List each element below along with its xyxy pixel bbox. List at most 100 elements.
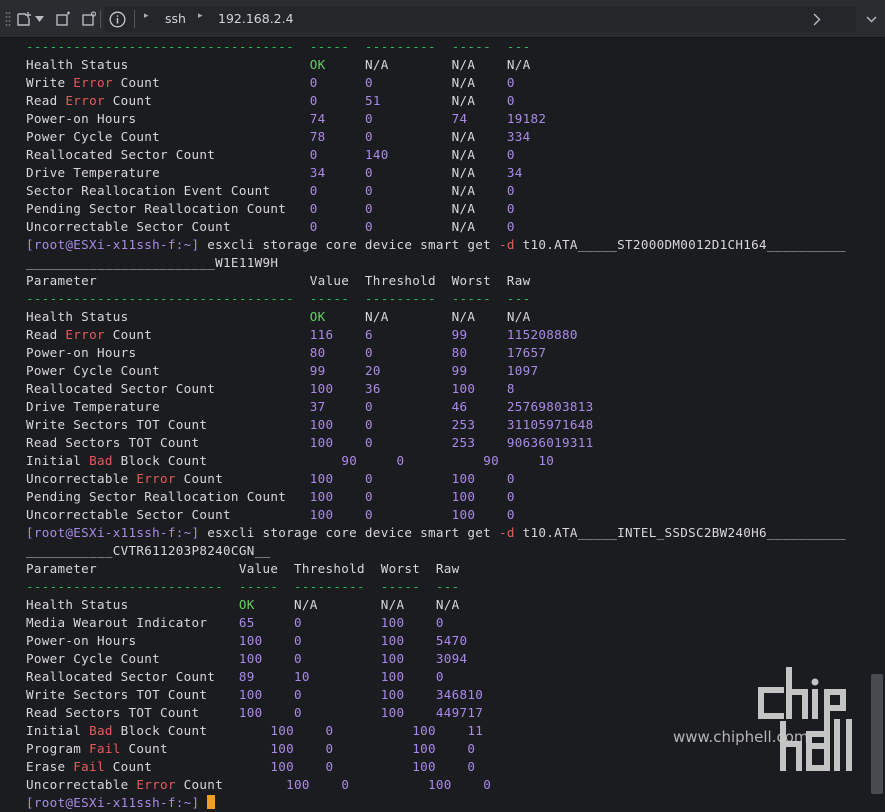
info-icon[interactable]	[108, 10, 126, 28]
terminal-text: Reallocated Sector Count	[26, 147, 310, 162]
terminal-line: Power-on Hours 74 0 74 19182	[26, 110, 846, 128]
terminal-text: 100 0 100 0	[309, 507, 515, 522]
address-bar[interactable]: ▸ ssh ▸ 192.168.2.4	[104, 6, 856, 32]
shell-prompt: [root@ESXi-x11ssh-f:~]	[26, 525, 200, 540]
terminal-text: 100 0 100 0	[309, 471, 515, 486]
terminal-text: Health Status	[26, 57, 310, 72]
terminal-text: Error	[65, 93, 105, 108]
terminal-line: Parameter Value Threshold Worst Raw	[26, 560, 846, 578]
terminal-text: Block Count	[112, 723, 271, 738]
chiphell-logo	[758, 667, 852, 771]
terminal-text: ________________________W1E11W9H	[26, 255, 279, 270]
terminal-text: 0	[475, 183, 515, 198]
terminal-text: 100 0 100 0	[270, 759, 476, 774]
settings-tab-icon[interactable]	[80, 10, 98, 28]
breadcrumb-host[interactable]: 192.168.2.4	[218, 11, 294, 26]
terminal-text: 0 140	[309, 147, 452, 162]
terminal-line: Health Status OK N/A N/A N/A	[26, 56, 846, 74]
terminal-text: Parameter Value Threshold Worst Raw	[26, 273, 531, 288]
terminal-text: Count	[104, 93, 310, 108]
terminal-text: Power-on Hours	[26, 111, 310, 126]
terminal-text: -d	[498, 237, 515, 252]
terminal-text: esxcli storage core device smart get	[199, 525, 499, 540]
terminal-text: Count	[175, 471, 310, 486]
terminal-text: OK	[238, 597, 255, 612]
chevron-down-icon[interactable]	[862, 10, 880, 28]
chevron-down-icon[interactable]	[34, 10, 44, 28]
terminal-text: 34 0	[309, 165, 452, 180]
terminal-line: Read Sectors TOT Count 100 0 253 9063601…	[26, 434, 846, 452]
scrollbar-thumb[interactable]	[871, 674, 883, 794]
terminal-text: 89 10 100 0	[238, 669, 444, 684]
terminal-text: Pending Sector Reallocation Count	[26, 489, 310, 504]
terminal-line: Parameter Value Threshold Worst Raw	[26, 272, 846, 290]
terminal-text: N/A	[451, 219, 476, 234]
terminal-text: Sector Reallocation Event Count	[26, 183, 310, 198]
terminal-line: Uncorrectable Sector Count 0 0 N/A 0	[26, 218, 846, 236]
address-divider	[134, 10, 135, 28]
terminal-text: 100 0 100 0	[286, 777, 492, 792]
terminal-line: Read Error Count 0 51 N/A 0	[26, 92, 846, 110]
terminal-text: N/A	[451, 183, 476, 198]
terminal-text: 34	[475, 165, 523, 180]
terminal-line: ---------------------------------- -----…	[26, 290, 846, 308]
toolbar-divider	[100, 10, 101, 28]
terminal-text: Uncorrectable	[26, 471, 137, 486]
terminal-text: N/A N/A N/A	[254, 597, 460, 612]
terminal-line: Reallocated Sector Count 100 36 100 8	[26, 380, 846, 398]
terminal-line: Power-on Hours 80 0 80 17657	[26, 344, 846, 362]
terminal-text: 74 0 74 19182	[309, 111, 547, 126]
terminal-text: t10.ATA_____INTEL_SSDSC2BW240H6_________…	[514, 525, 846, 540]
terminal-line: ________________________W1E11W9H	[26, 254, 846, 272]
terminal-text: Read	[26, 93, 66, 108]
terminal-text: Write Sectors TOT Count	[26, 417, 310, 432]
terminal-text: -d	[498, 525, 515, 540]
terminal-text: Error	[65, 327, 105, 342]
terminal-text: esxcli storage core device smart get	[199, 237, 499, 252]
terminal-text: 100 0 100 5470	[238, 633, 468, 648]
terminal-line: Uncorrectable Sector Count 100 0 100 0	[26, 506, 846, 524]
breadcrumb-arrow-icon: ▸	[198, 11, 203, 21]
terminal-text: t10.ATA_____ST2000DM0012D1CH164_________…	[514, 237, 846, 252]
terminal-text: OK	[309, 309, 326, 324]
terminal-text: ---------------------------------- -----…	[26, 291, 531, 306]
terminal-line: Sector Reallocation Event Count 0 0 N/A …	[26, 182, 846, 200]
terminal-text: 80 0 80 17657	[309, 345, 547, 360]
terminal-text: 0 0	[309, 183, 452, 198]
terminal-text: Power-on Hours	[26, 633, 239, 648]
terminal-text: Power Cycle Count	[26, 129, 310, 144]
terminal-text: Error	[136, 777, 176, 792]
new-tab-icon[interactable]	[15, 10, 33, 28]
shell-prompt: [root@ESXi-x11ssh-f:~]	[26, 237, 200, 252]
terminal-text: 100 0 253 31105971648	[309, 417, 594, 432]
terminal-line: Power Cycle Count 99 20 99 1097	[26, 362, 846, 380]
terminal-text: N/A N/A N/A	[325, 57, 531, 72]
drag-handle-icon[interactable]	[4, 10, 12, 28]
terminal-line: ---------------------------------- -----…	[26, 38, 846, 56]
terminal-line: Uncorrectable Error Count 100 0 100 0	[26, 776, 846, 794]
terminal-text: 0	[475, 93, 515, 108]
terminal-text: 99 20 99 1097	[309, 363, 539, 378]
scrollbar[interactable]	[869, 38, 885, 812]
terminal-text: 100 0 100 0	[270, 741, 476, 756]
terminal-text: Power Cycle Count	[26, 651, 239, 666]
chevron-right-icon[interactable]	[808, 10, 826, 28]
terminal-text: 90 0 90 10	[341, 453, 555, 468]
duplicate-tab-icon[interactable]	[54, 10, 72, 28]
terminal-text: Uncorrectable	[26, 777, 137, 792]
terminal-text: OK	[309, 57, 326, 72]
terminal-text: ---------------------------------- -----…	[26, 39, 531, 54]
terminal-text: 0	[475, 201, 515, 216]
terminal-text: Count	[112, 75, 310, 90]
terminal-text: Bad	[89, 453, 113, 468]
terminal-text: Power Cycle Count	[26, 363, 310, 378]
terminal-text: Program	[26, 741, 90, 756]
breadcrumb-protocol[interactable]: ssh	[165, 11, 186, 26]
terminal-line: [root@ESXi-x11ssh-f:~] esxcli storage co…	[26, 524, 846, 542]
watermark-url: www.chiphell.com	[673, 728, 809, 746]
terminal-text: 100 0 253 90636019311	[309, 435, 594, 450]
terminal-text: N/A	[451, 201, 476, 216]
terminal-text: 100 36 100 8	[309, 381, 515, 396]
terminal-text: Health Status	[26, 309, 310, 324]
